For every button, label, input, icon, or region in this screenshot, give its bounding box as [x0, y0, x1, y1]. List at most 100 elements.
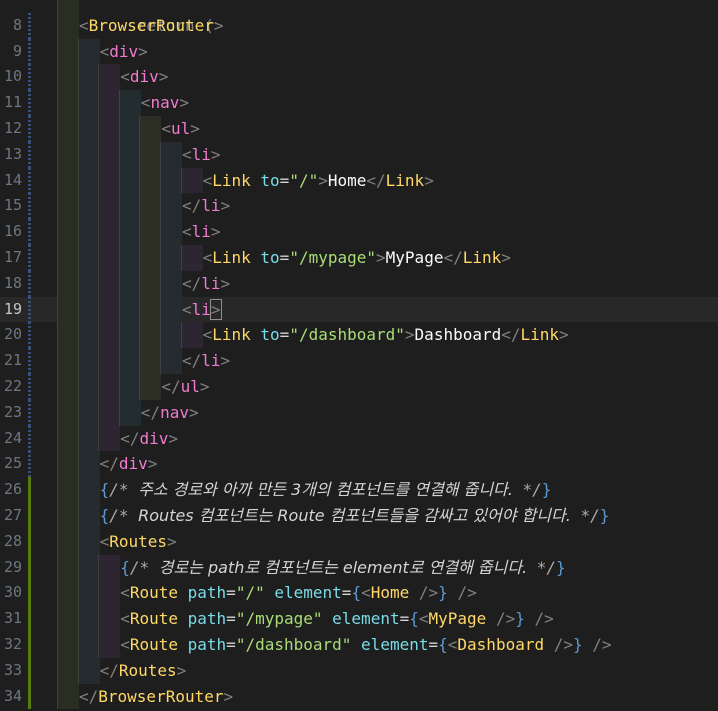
line-number[interactable]: 24 [0, 426, 22, 452]
line-number[interactable]: 11 [0, 90, 22, 116]
line-number[interactable]: 26 [0, 477, 22, 503]
code-text[interactable]: <Route path="/mypage" element={<MyPage /… [120, 606, 554, 632]
added-line-marker[interactable] [28, 502, 31, 529]
code-line-13[interactable]: 13 <li> [0, 141, 718, 168]
code-text[interactable]: <Route path="/" element={<Home />} /> [120, 580, 477, 606]
line-number[interactable]: 27 [0, 503, 22, 529]
modified-line-marker[interactable] [28, 322, 31, 349]
line-number[interactable]: 9 [0, 39, 22, 65]
code-text[interactable]: </div> [100, 451, 158, 477]
modified-line-marker[interactable] [28, 38, 31, 65]
code-line-21[interactable]: 21 </li> [0, 348, 718, 374]
code-line-18[interactable]: 18 </li> [0, 270, 718, 297]
added-line-marker[interactable] [28, 477, 31, 503]
added-line-marker[interactable] [28, 683, 31, 710]
code-text[interactable]: <ul> [161, 116, 200, 142]
code-line-15[interactable]: 15 </li> [0, 193, 718, 220]
line-number[interactable]: 8 [0, 13, 22, 39]
code-line-30[interactable]: 30 <Route path="/" element={<Home />} /> [0, 580, 718, 607]
code-line-9[interactable]: 9 <div> [0, 38, 718, 65]
modified-line-marker[interactable] [28, 115, 31, 142]
code-text[interactable]: <nav> [141, 90, 189, 116]
code-line-31[interactable]: 31 <Route path="/mypage" element={<MyPage… [0, 606, 718, 632]
modified-line-marker[interactable] [28, 12, 31, 39]
modified-line-marker[interactable] [28, 193, 31, 220]
line-number[interactable]: 32 [0, 632, 22, 658]
code-line-23[interactable]: 23 </nav> [0, 399, 718, 426]
code-line-28[interactable]: 28 <Routes> [0, 528, 718, 555]
code-text[interactable]: </ul> [161, 374, 209, 400]
code-text[interactable]: </li> [182, 348, 230, 374]
code-line-14[interactable]: 14 <Link to="/">Home</Link> [0, 167, 718, 194]
modified-line-marker[interactable] [28, 141, 31, 168]
modified-line-marker[interactable] [28, 270, 31, 297]
line-number[interactable]: 15 [0, 193, 22, 219]
code-line-10[interactable]: 10 <div> [0, 64, 718, 91]
code-line-27[interactable]: 27 {/* Routes 컴포넌트는 Route 컴포넌트들을 감싸고 있어야 … [0, 502, 718, 529]
code-line-25[interactable]: 25 </div> [0, 451, 718, 478]
modified-line-marker[interactable] [28, 90, 31, 116]
code-text[interactable]: <Routes> [100, 529, 177, 555]
line-number[interactable]: 13 [0, 142, 22, 168]
code-text[interactable]: <div> [100, 39, 148, 65]
code-line-partial[interactable]: return ( [0, 0, 718, 35]
added-line-marker[interactable] [28, 606, 31, 632]
code-editor[interactable]: return ( 8 <BrowserRouter> 9 <div> 10 <div> 11… [0, 0, 718, 710]
code-text[interactable]: <Route path="/dashboard" element={<Dashb… [120, 632, 611, 658]
code-text[interactable]: <li> [182, 219, 221, 245]
added-line-marker[interactable] [28, 631, 31, 658]
code-text[interactable]: </Routes> [100, 658, 187, 684]
code-text[interactable]: </li> [182, 193, 230, 219]
line-number[interactable]: 18 [0, 271, 22, 297]
code-text[interactable]: <li> [182, 142, 221, 168]
line-number[interactable]: 33 [0, 658, 22, 684]
code-text[interactable]: </div> [120, 426, 178, 452]
line-number[interactable]: 28 [0, 529, 22, 555]
code-text[interactable]: </nav> [141, 400, 199, 426]
line-number[interactable]: 19 [0, 297, 22, 323]
line-number[interactable]: 29 [0, 555, 22, 581]
code-line-17[interactable]: 17 <Link to="/mypage">MyPage</Link> [0, 244, 718, 271]
code-line-22[interactable]: 22 </ul> [0, 373, 718, 400]
modified-line-marker[interactable] [28, 244, 31, 271]
line-number[interactable]: 23 [0, 400, 22, 426]
code-text[interactable]: </li> [182, 271, 230, 297]
modified-line-marker[interactable] [28, 64, 31, 91]
code-text[interactable]: <Link to="/">Home</Link> [203, 168, 434, 194]
code-text[interactable]: </BrowserRouter> [79, 684, 233, 710]
line-number[interactable]: 25 [0, 451, 22, 477]
modified-line-marker[interactable] [28, 373, 31, 400]
code-text[interactable]: {/* 주소 경로와 아까 만든 3개의 컴포넌트를 연결해 줍니다. */} [100, 477, 552, 503]
modified-line-marker[interactable] [28, 425, 31, 452]
line-number[interactable]: 14 [0, 168, 22, 194]
code-text[interactable]: {/* Routes 컴포넌트는 Route 컴포넌트들을 감싸고 있어야 합니… [100, 503, 610, 529]
code-line-34[interactable]: 34 </BrowserRouter> [0, 683, 718, 710]
line-number[interactable]: 34 [0, 684, 22, 710]
added-line-marker[interactable] [28, 657, 31, 684]
code-line-24[interactable]: 24 </div> [0, 425, 718, 452]
code-text[interactable]: <Link to="/mypage">MyPage</Link> [203, 245, 511, 271]
code-text[interactable]: <div> [120, 64, 168, 90]
line-number[interactable]: 30 [0, 580, 22, 606]
code-line-16[interactable]: 16 <li> [0, 219, 718, 245]
modified-line-marker[interactable] [28, 451, 31, 478]
line-number[interactable]: 10 [0, 64, 22, 90]
line-number[interactable]: 21 [0, 348, 22, 374]
added-line-marker[interactable] [28, 528, 31, 555]
code-line-20[interactable]: 20 <Link to="/dashboard">Dashboard</Link> [0, 322, 718, 349]
modified-line-marker[interactable] [28, 219, 31, 245]
code-line-33[interactable]: 33 </Routes> [0, 657, 718, 684]
code-line-29[interactable]: 29 {/* 경로는 path로 컴포넌트는 element로 연결해 줍니다. … [0, 554, 718, 581]
added-line-marker[interactable] [28, 554, 31, 581]
line-number[interactable]: 31 [0, 606, 22, 632]
code-line-12[interactable]: 12 <ul> [0, 115, 718, 142]
added-line-marker[interactable] [28, 580, 31, 607]
modified-line-marker[interactable] [28, 167, 31, 194]
line-number[interactable]: 20 [0, 322, 22, 348]
line-number[interactable]: 22 [0, 374, 22, 400]
code-line-11[interactable]: 11 <nav> [0, 90, 718, 116]
code-line-19[interactable]: 19 <li> [0, 296, 718, 323]
code-line-8[interactable]: 8 <BrowserRouter> [0, 12, 718, 39]
code-text[interactable]: <Link to="/dashboard">Dashboard</Link> [203, 322, 569, 348]
code-line-32[interactable]: 32 <Route path="/dashboard" element={<Das… [0, 631, 718, 658]
